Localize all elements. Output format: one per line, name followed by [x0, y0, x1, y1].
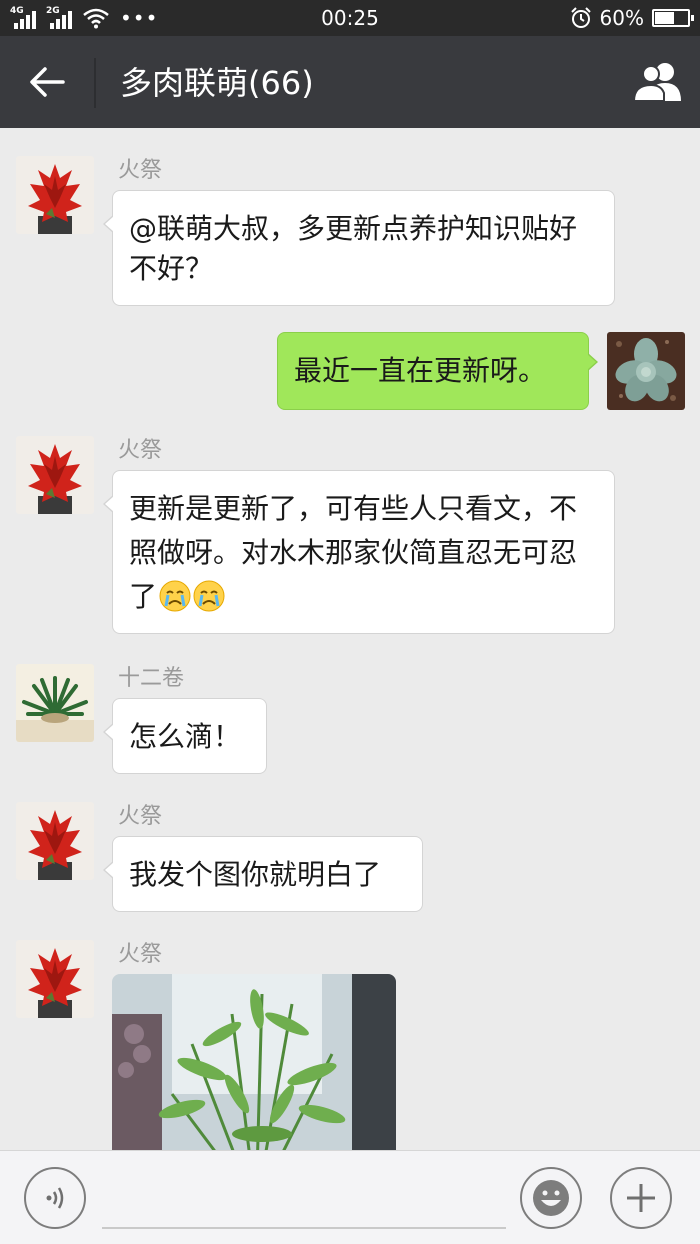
chat-header: 多肉联萌(66): [0, 36, 700, 128]
back-arrow-icon: [30, 67, 65, 97]
sender-name: 火祭: [118, 804, 163, 829]
crying-face-emoji: [159, 580, 191, 612]
avatar-huoji[interactable]: [16, 940, 94, 1018]
avatar-huoji[interactable]: [16, 802, 94, 880]
header-divider: [94, 58, 96, 108]
group-members-icon: [632, 63, 681, 102]
chat-input-bar: [0, 1150, 700, 1244]
plus-icon: [627, 1184, 655, 1212]
battery-icon: [652, 9, 694, 27]
alarm-clock-icon: [570, 7, 591, 28]
back-button[interactable]: [18, 56, 76, 108]
sender-name: 十二卷: [118, 666, 185, 691]
sender-name: 火祭: [118, 942, 163, 967]
message-bubble-incoming[interactable]: 更新是更新了，可有些人只看文，不照做呀。对水木那家伙简直忍无可忍了: [103, 470, 615, 634]
message-text: 最近一直在更新呀。: [294, 354, 547, 387]
more-actions-button[interactable]: [610, 1167, 672, 1229]
emoji-icon: [533, 1180, 569, 1216]
photo-message-plants[interactable]: [112, 974, 396, 1150]
message-input[interactable]: [102, 1169, 506, 1229]
sender-name: 火祭: [118, 438, 163, 463]
voice-icon: [46, 1187, 64, 1209]
crying-face-emoji: [193, 580, 225, 612]
message-text: 我发个图你就明白了: [129, 858, 382, 891]
voice-input-button[interactable]: [24, 1167, 86, 1229]
message-text: @联萌大叔，多更新点养护知识贴好不好？: [129, 212, 578, 285]
message-bubble-incoming[interactable]: 怎么滴！: [103, 698, 267, 774]
message-text: 怎么滴！: [129, 720, 242, 753]
avatar-shierjuan[interactable]: [16, 664, 94, 742]
battery-level-fill: [655, 12, 674, 24]
avatar-self[interactable]: [607, 332, 685, 410]
avatar-huoji[interactable]: [16, 436, 94, 514]
message-bubble-incoming[interactable]: @联萌大叔，多更新点养护知识贴好不好？: [103, 190, 615, 306]
message-list[interactable]: 火祭 @联萌大叔，多更新点养护知识贴好不好？ 最近一直在更新呀。 火祭 更新是更…: [0, 128, 700, 1150]
status-bar: 4G 2G ••• 00:25 60%: [0, 0, 700, 36]
group-members-button[interactable]: [628, 54, 688, 110]
emoji-button[interactable]: [520, 1167, 582, 1229]
status-right: 60%: [570, 6, 694, 30]
message-bubble-incoming[interactable]: 我发个图你就明白了: [103, 836, 423, 912]
sender-name: 火祭: [118, 158, 163, 183]
avatar-huoji[interactable]: [16, 156, 94, 234]
message-bubble-outgoing[interactable]: 最近一直在更新呀。: [277, 332, 598, 410]
chat-title: 多肉联萌(66): [120, 64, 314, 102]
battery-percent: 60%: [599, 6, 644, 30]
